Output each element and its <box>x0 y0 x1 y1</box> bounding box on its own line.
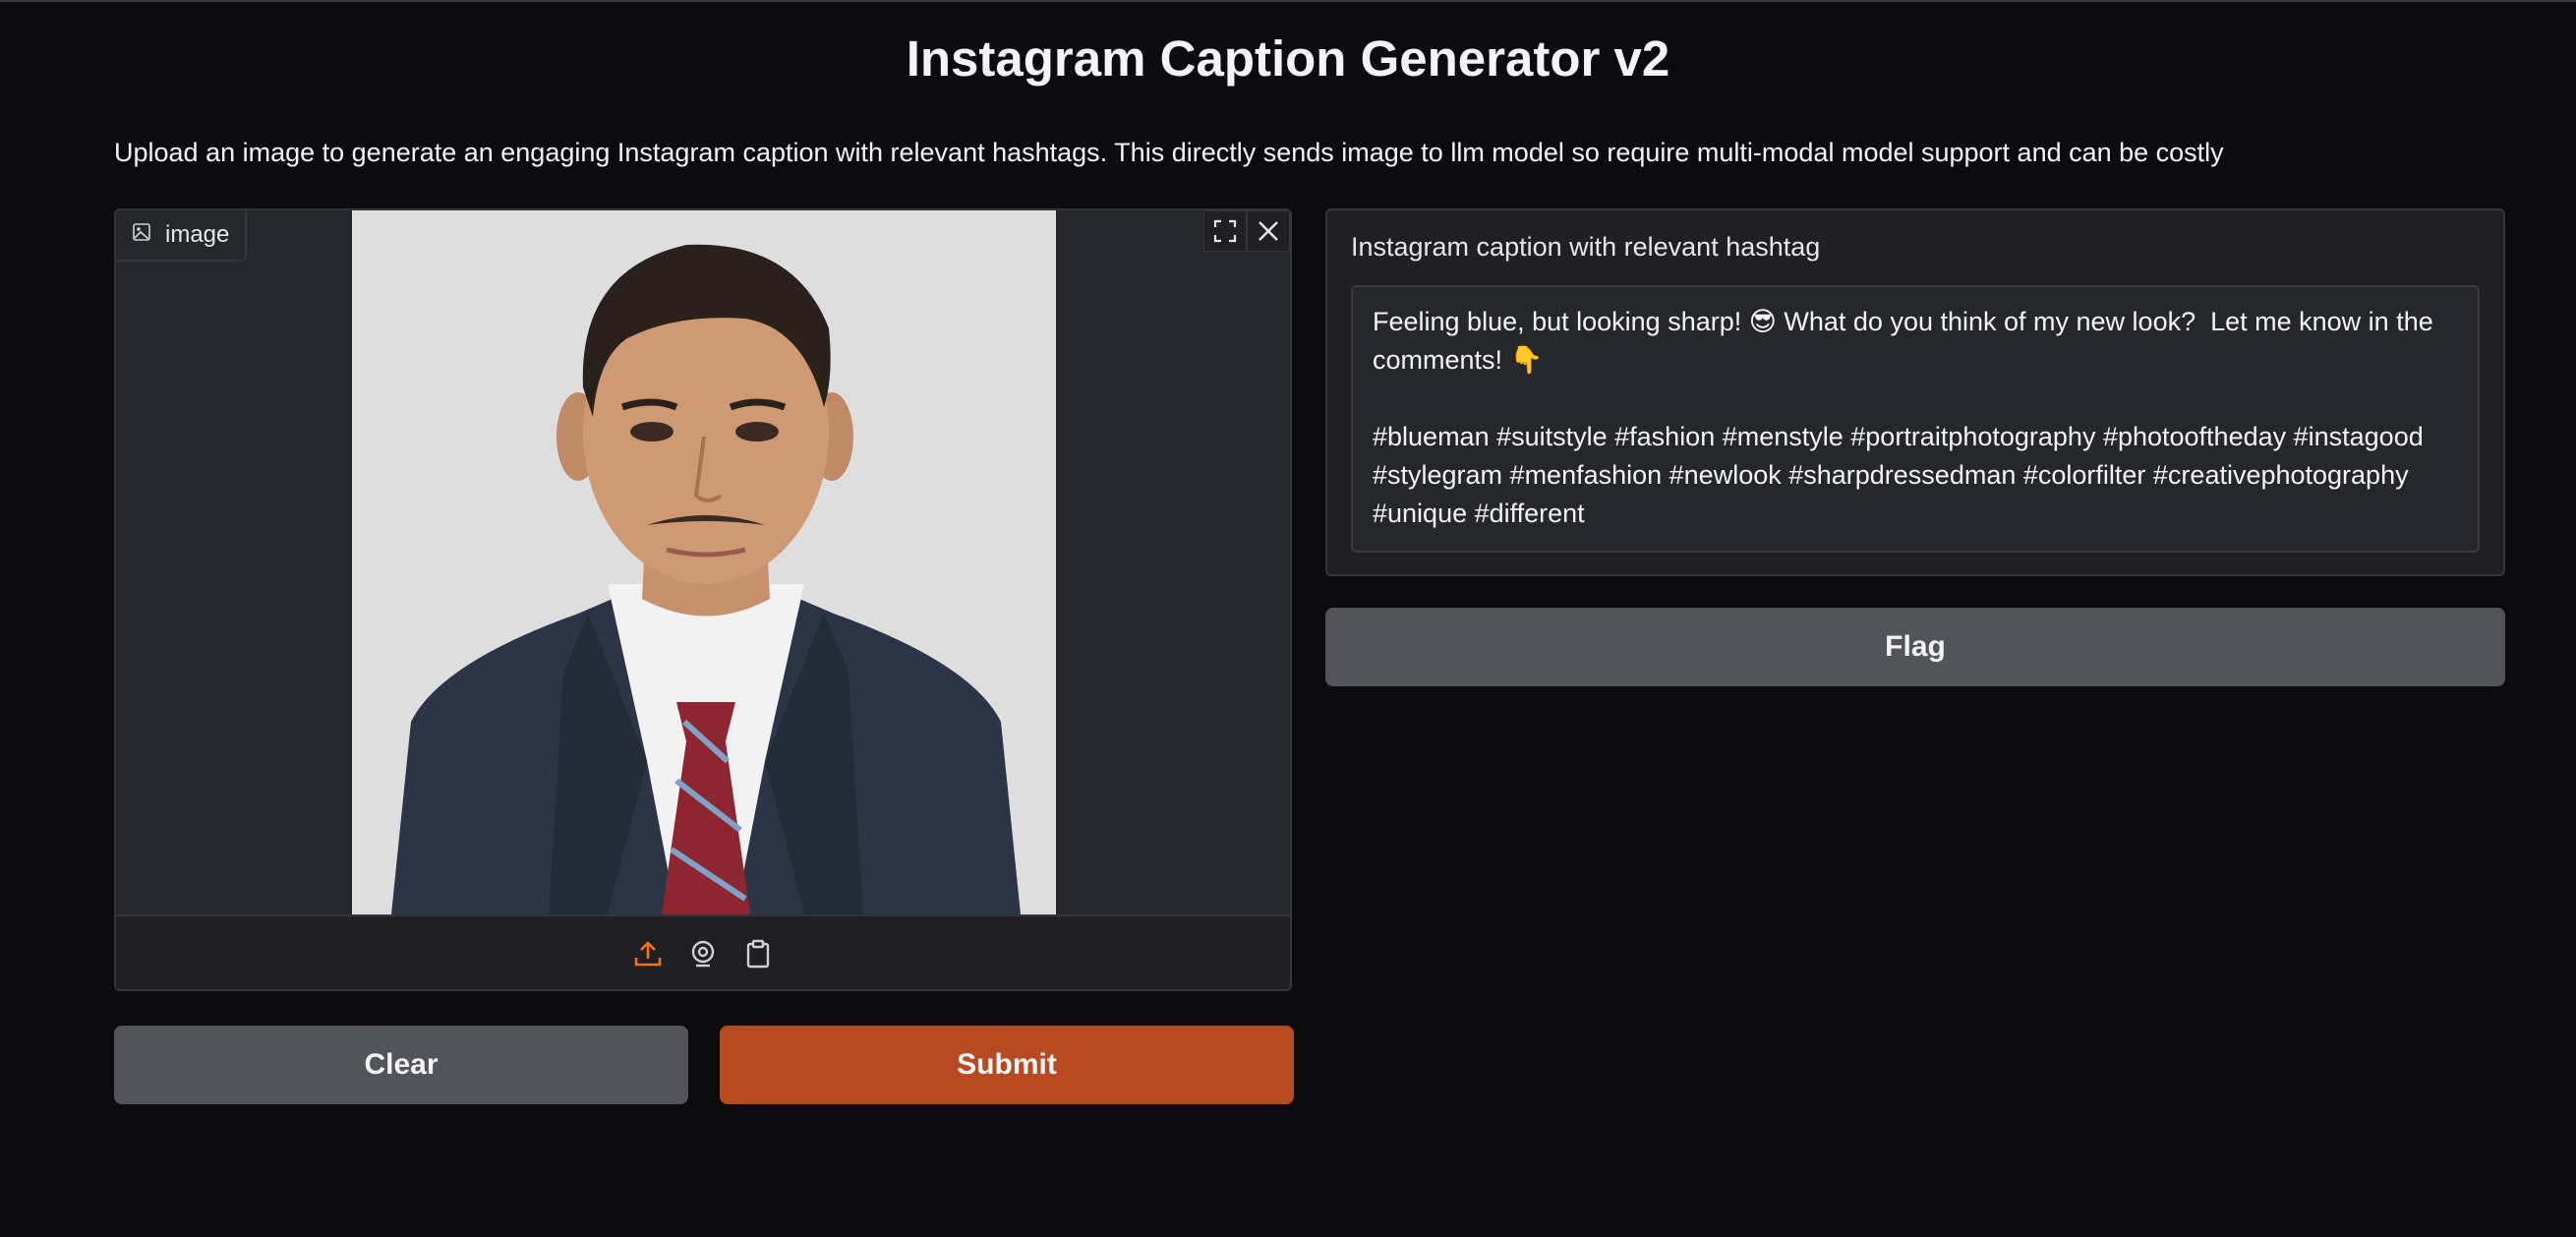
webcam-icon[interactable] <box>686 937 720 971</box>
image-input-panel[interactable]: image <box>114 208 1292 991</box>
image-preview-area <box>116 210 1290 914</box>
image-tools <box>1203 210 1290 252</box>
caption-output-panel: Instagram caption with relevant hashtag … <box>1325 208 2505 576</box>
image-icon <box>132 221 151 249</box>
image-source-bar <box>116 914 1290 989</box>
top-border <box>0 0 2576 2</box>
fullscreen-icon[interactable] <box>1203 210 1247 252</box>
page-description: Upload an image to generate an engaging … <box>114 138 2224 167</box>
clear-button[interactable]: Clear <box>114 1026 688 1104</box>
image-label-text: image <box>165 221 230 248</box>
upload-icon[interactable] <box>631 937 665 971</box>
image-input-label: image <box>116 210 248 262</box>
portrait-illustration <box>352 210 1056 914</box>
caption-output-textbox[interactable]: Feeling blue, but looking sharp! 😎 What … <box>1351 285 2480 553</box>
close-icon[interactable] <box>1247 210 1290 252</box>
page-title: Instagram Caption Generator v2 <box>906 30 1670 87</box>
caption-output-label: Instagram caption with relevant hashtag <box>1351 232 1821 262</box>
uploaded-photo <box>352 210 1056 914</box>
clipboard-icon[interactable] <box>741 937 775 971</box>
flag-button[interactable]: Flag <box>1325 608 2505 686</box>
submit-button[interactable]: Submit <box>720 1026 1294 1104</box>
